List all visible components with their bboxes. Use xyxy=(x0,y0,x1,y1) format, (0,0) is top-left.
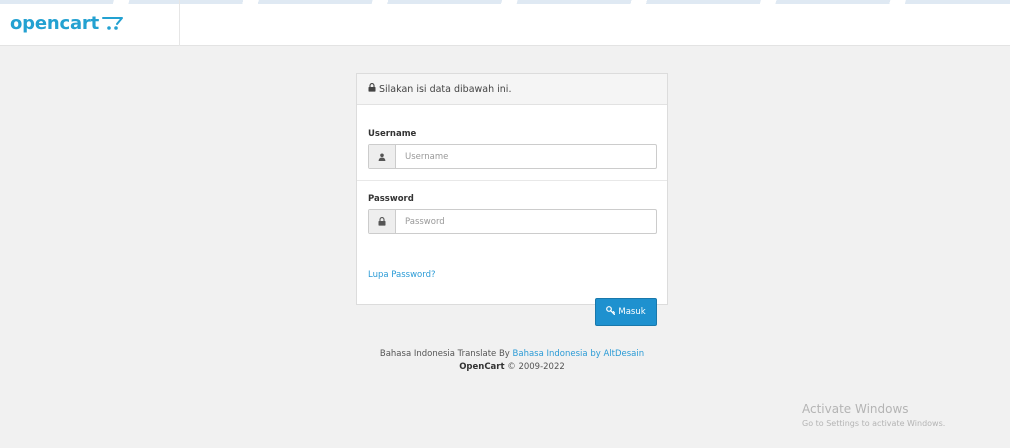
copyright-text: © 2009-2022 xyxy=(507,362,565,372)
cart-icon xyxy=(101,15,126,34)
username-label: Username xyxy=(368,129,417,139)
password-label: Password xyxy=(368,194,414,204)
forgot-password-link[interactable]: Lupa Password? xyxy=(368,270,436,280)
username-input-group xyxy=(368,144,657,169)
user-icon xyxy=(369,145,396,168)
watermark-title: Activate Windows xyxy=(802,402,909,416)
copyright-line: OpenCart © 2009-2022 xyxy=(356,361,668,374)
panel-title: Silakan isi data dibawah ini. xyxy=(379,83,512,95)
login-button[interactable]: Masuk xyxy=(595,298,657,326)
translate-link[interactable]: Bahasa Indonesia by AltDesain xyxy=(513,349,645,359)
translate-prefix: Bahasa Indonesia Translate By xyxy=(379,349,510,359)
key-icon xyxy=(606,306,618,318)
lock-icon xyxy=(369,210,396,233)
username-input[interactable] xyxy=(396,145,656,168)
translate-credit: Bahasa Indonesia Translate By Bahasa Ind… xyxy=(356,348,668,361)
top-navbar: opencart xyxy=(0,0,1010,46)
lock-icon xyxy=(368,83,379,95)
brand-logo[interactable]: opencart xyxy=(0,0,180,46)
logo-text: opencart xyxy=(10,12,99,34)
password-input[interactable] xyxy=(396,210,656,233)
page-footer: Bahasa Indonesia Translate By Bahasa Ind… xyxy=(356,348,668,374)
login-panel: Silakan isi data dibawah ini. Username P… xyxy=(356,73,668,326)
activate-windows-watermark: Activate Windows Go to Settings to activ… xyxy=(802,402,945,428)
password-input-group xyxy=(368,209,657,234)
panel-heading: Silakan isi data dibawah ini. xyxy=(357,74,667,105)
footer-brand: OpenCart xyxy=(459,362,505,372)
login-button-label: Masuk xyxy=(618,307,646,317)
form-divider xyxy=(357,180,667,181)
watermark-subtitle: Go to Settings to activate Windows. xyxy=(802,419,946,428)
